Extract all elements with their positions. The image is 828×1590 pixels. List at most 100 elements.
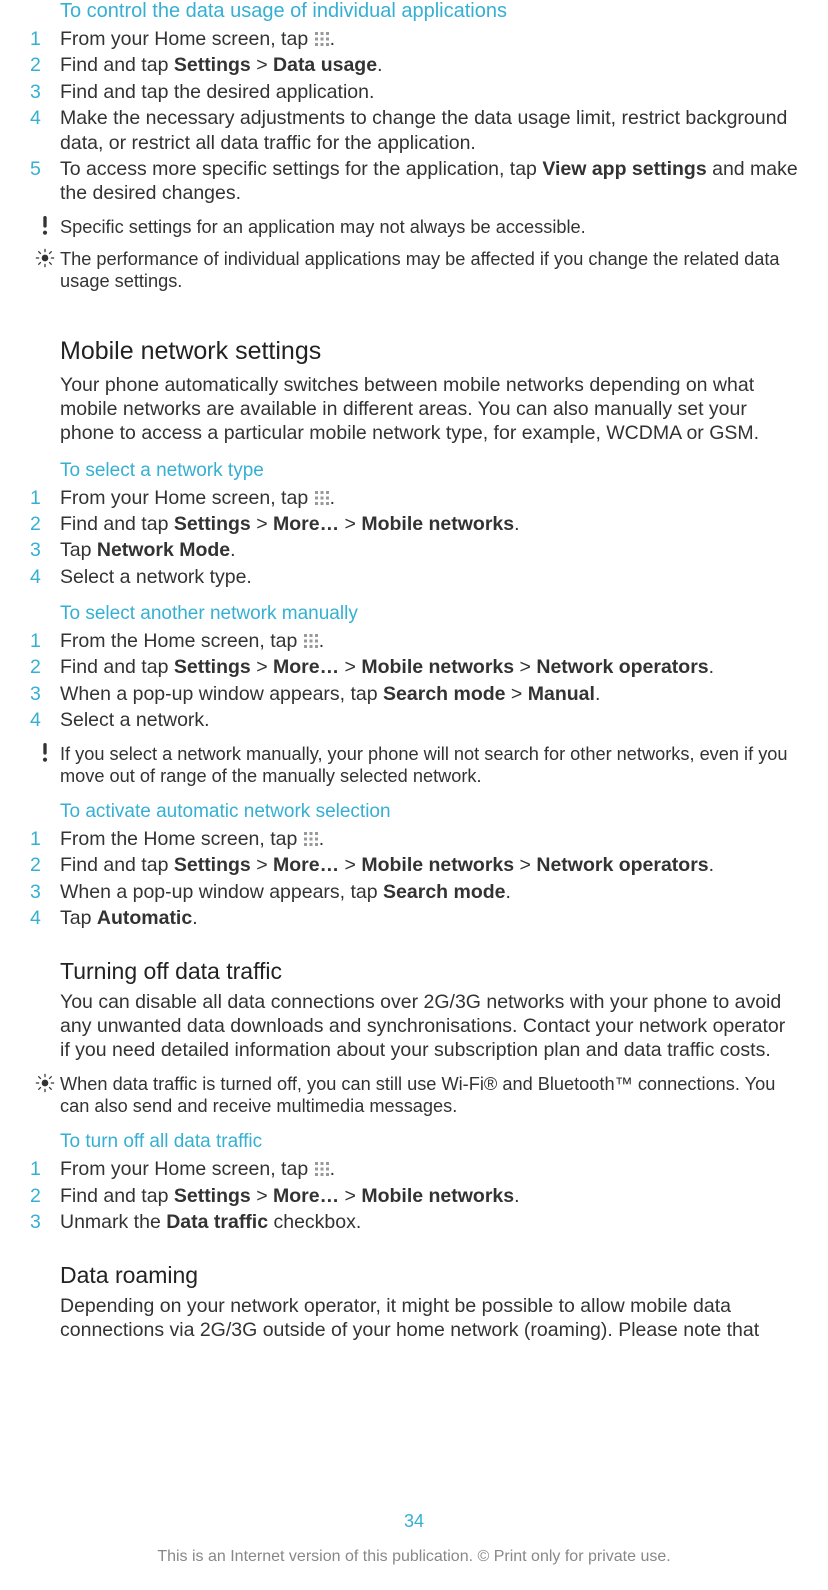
- turnoffsteps-heading: To turn off all data traffic: [60, 1131, 798, 1153]
- step-num: 2: [30, 853, 50, 877]
- s1-note-bulb: The performance of individual applicatio…: [60, 248, 798, 292]
- st-step3: 3 Tap Network Mode.: [30, 538, 798, 562]
- turnoff-heading: Turning off data traffic: [60, 958, 798, 985]
- as-step4: 4 Tap Automatic.: [30, 906, 798, 930]
- step-text: Find and tap Settings > More… > Mobile n…: [60, 1185, 520, 1207]
- step-text-pre: From the Home screen, tap: [60, 630, 303, 652]
- manual-page: To control the data usage of individual …: [0, 0, 828, 1590]
- sm-step3: 3 When a pop-up window appears, tap Searc…: [30, 682, 798, 706]
- mobilenet-para: Your phone automatically switches betwee…: [60, 374, 798, 445]
- note-text: If you select a network manually, your p…: [60, 743, 798, 787]
- selectmanual-steps: 1From the Home screen, tap . 2Find and t…: [60, 629, 798, 733]
- turnoffsteps-steps: 1From your Home screen, tap . 2Find and …: [60, 1157, 798, 1234]
- step-text-post: .: [330, 1158, 335, 1180]
- step-num: 4: [30, 106, 50, 130]
- exclamation-icon: [30, 743, 60, 763]
- note-text: The performance of individual applicatio…: [60, 248, 798, 292]
- step-num: 3: [30, 682, 50, 706]
- roaming-heading: Data roaming: [60, 1262, 798, 1289]
- step-text-pre: From your Home screen, tap: [60, 487, 314, 509]
- step-text: When a pop-up window appears, tap Search…: [60, 881, 511, 903]
- autosel-steps: 1From the Home screen, tap . 2Find and t…: [60, 827, 798, 931]
- step-text-post: .: [330, 28, 335, 50]
- turnoff-para: You can disable all data connections ove…: [60, 991, 798, 1062]
- s1-note-excl: Specific settings for an application may…: [60, 216, 798, 238]
- s1-heading: To control the data usage of individual …: [60, 0, 798, 23]
- as-step3: 3 When a pop-up window appears, tap Searc…: [30, 880, 798, 904]
- roaming-para: Depending on your network operator, it m…: [60, 1295, 798, 1343]
- step-num: 1: [30, 629, 50, 653]
- step-num: 5: [30, 157, 50, 181]
- step-text: Tap Automatic.: [60, 907, 198, 929]
- apps-grid-icon: [314, 31, 330, 47]
- sm-step4: 4 Select a network.: [30, 708, 798, 732]
- footer-text: This is an Internet version of this publ…: [0, 1548, 828, 1566]
- step-num: 4: [30, 708, 50, 732]
- apps-grid-icon: [314, 490, 330, 506]
- as-step2: 2 Find and tap Settings > More… > Mobile …: [30, 853, 798, 877]
- lightbulb-icon: [30, 248, 60, 268]
- selectmanual-heading: To select another network manually: [60, 603, 798, 625]
- step-text: Unmark the Data traffic checkbox.: [60, 1211, 361, 1233]
- step-text-pre: From your Home screen, tap: [60, 1158, 314, 1180]
- step-text: Tap Network Mode.: [60, 539, 236, 561]
- exclamation-icon: [30, 216, 60, 236]
- step-text: Find and tap Settings > More… > Mobile n…: [60, 513, 520, 535]
- step-num: 2: [30, 1184, 50, 1208]
- selectmanual-note: If you select a network manually, your p…: [60, 743, 798, 787]
- step-num: 4: [30, 565, 50, 589]
- step-text: Select a network.: [60, 709, 210, 731]
- note-text: When data traffic is turned off, you can…: [60, 1073, 798, 1117]
- step-num: 1: [30, 827, 50, 851]
- sm-step1: 1 From the Home screen, tap .: [30, 629, 798, 653]
- page-content: To control the data usage of individual …: [60, 0, 798, 1343]
- s1-step2: 2 Find and tap Settings > Data usage.: [30, 53, 798, 77]
- s1-step3: 3 Find and tap the desired application.: [30, 80, 798, 104]
- mobilenet-heading: Mobile network settings: [60, 337, 798, 366]
- apps-grid-icon: [303, 831, 319, 847]
- autosel-heading: To activate automatic network selection: [60, 801, 798, 823]
- step-num: 1: [30, 27, 50, 51]
- note-text: Specific settings for an application may…: [60, 216, 798, 238]
- s1-step5: 5 To access more specific settings for th…: [30, 157, 798, 206]
- to-step1: 1 From your Home screen, tap .: [30, 1157, 798, 1181]
- to-step3: 3 Unmark the Data traffic checkbox.: [30, 1210, 798, 1234]
- s1-steps: 1From your Home screen, tap . 2Find and …: [60, 27, 798, 206]
- step-text-pre: From the Home screen, tap: [60, 828, 303, 850]
- lightbulb-icon: [30, 1073, 60, 1093]
- step-num: 2: [30, 512, 50, 536]
- step-text: Make the necessary adjustments to change…: [60, 107, 787, 153]
- s1-step1: 1 From your Home screen, tap .: [30, 27, 798, 51]
- st-step2: 2 Find and tap Settings > More… > Mobile …: [30, 512, 798, 536]
- step-text: Find and tap Settings > More… > Mobile n…: [60, 854, 714, 876]
- apps-grid-icon: [314, 1161, 330, 1177]
- to-step2: 2 Find and tap Settings > More… > Mobile …: [30, 1184, 798, 1208]
- step-text-post: .: [319, 630, 324, 652]
- step-text: To access more specific settings for the…: [60, 158, 798, 204]
- step-num: 1: [30, 486, 50, 510]
- sm-step2: 2Find and tap Settings > More… > Mobile …: [30, 655, 798, 679]
- step-text-pre: From your Home screen, tap: [60, 28, 314, 50]
- selecttype-steps: 1From your Home screen, tap . 2Find and …: [60, 486, 798, 590]
- step-text: Find and tap Settings > Data usage.: [60, 54, 382, 76]
- page-number: 34: [0, 1511, 828, 1532]
- step-text: Select a network type.: [60, 566, 252, 588]
- step-text: When a pop-up window appears, tap Search…: [60, 683, 600, 705]
- step-text-post: .: [319, 828, 324, 850]
- step-num: 3: [30, 1210, 50, 1234]
- step-num: 3: [30, 80, 50, 104]
- step-text-post: .: [330, 487, 335, 509]
- selecttype-heading: To select a network type: [60, 460, 798, 482]
- step-num: 3: [30, 880, 50, 904]
- turnoff-note-bulb: When data traffic is turned off, you can…: [60, 1073, 798, 1117]
- s1-step4: 4 Make the necessary adjustments to chang…: [30, 106, 798, 155]
- step-text: Find and tap the desired application.: [60, 81, 374, 103]
- st-step1: 1 From your Home screen, tap .: [30, 486, 798, 510]
- step-num: 2: [30, 53, 50, 77]
- step-num: 3: [30, 538, 50, 562]
- step-num: 1: [30, 1157, 50, 1181]
- step-text: Find and tap Settings > More… > Mobile n…: [60, 656, 714, 678]
- as-step1: 1 From the Home screen, tap .: [30, 827, 798, 851]
- apps-grid-icon: [303, 633, 319, 649]
- step-num: 4: [30, 906, 50, 930]
